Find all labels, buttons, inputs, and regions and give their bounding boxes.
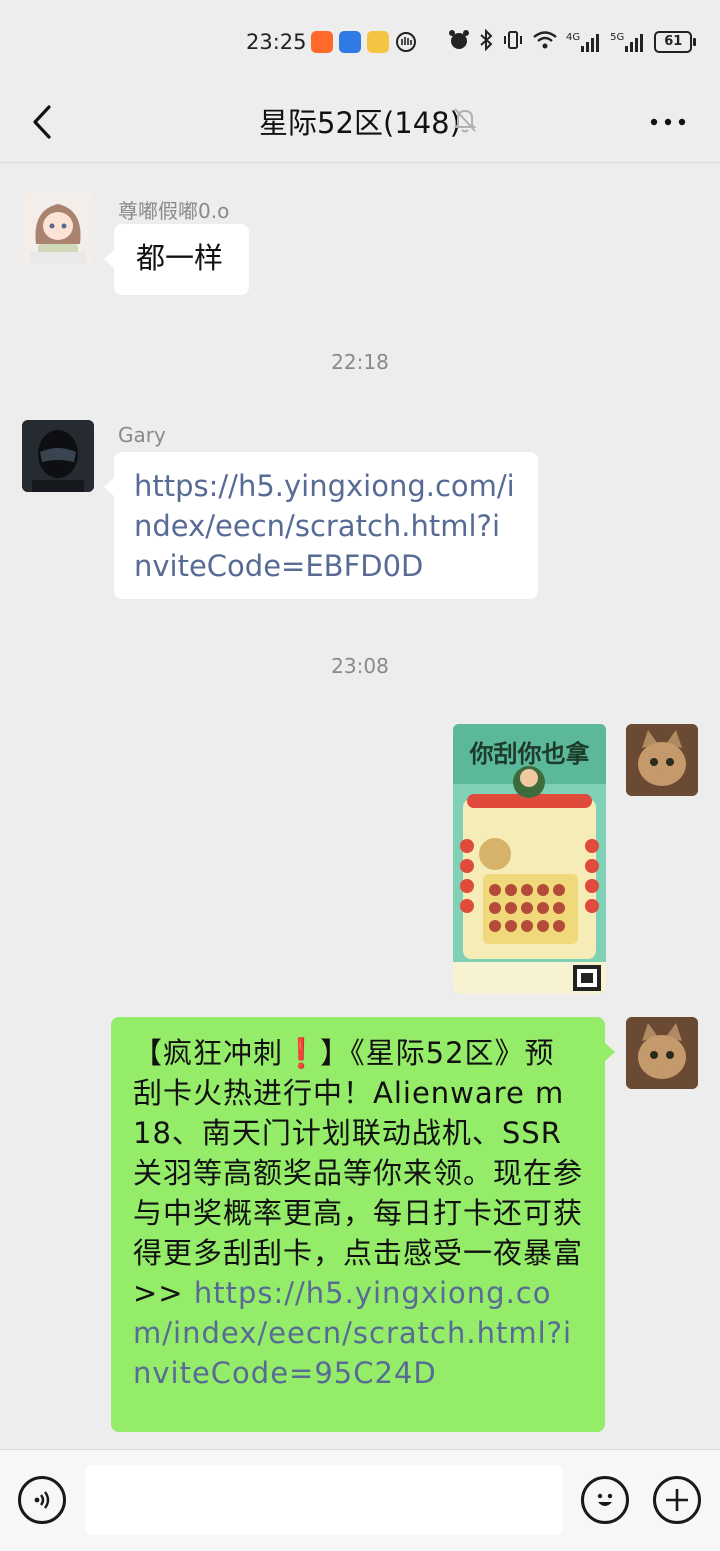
message-text: 都一样: [136, 241, 224, 275]
wifi-icon: [532, 29, 558, 55]
bell-off-icon: [452, 106, 478, 138]
status-bar: 23:25 4G 5G 61: [0, 0, 720, 86]
sender-name: 尊嘟假嘟0.o: [118, 199, 230, 223]
emoji-button[interactable]: [581, 1476, 629, 1524]
traffic-app-icon: [339, 31, 361, 53]
message-bubble[interactable]: 【疯狂冲刺❗】《星际52区》预刮卡火热进行中！Alienware m18、南天门…: [111, 1017, 615, 1432]
message-text: 【疯狂冲刺: [133, 1036, 284, 1070]
avatar-self[interactable]: [626, 724, 698, 796]
system-status: 4G 5G 61: [448, 28, 697, 55]
battery-icon: 61: [654, 31, 697, 53]
cat-avatar-icon: [626, 724, 698, 796]
input-bar: [0, 1449, 720, 1551]
avatar-user-2[interactable]: [22, 420, 94, 492]
status-time: 23:25: [246, 30, 307, 54]
signal-icon-2: 5G: [610, 32, 646, 52]
helmet-avatar-icon: [22, 420, 94, 492]
message-link[interactable]: https://h5.yingxiong.com/index/eecn/scra…: [134, 469, 515, 583]
timestamp-separator: 22:18: [331, 350, 389, 374]
gesture-icon: [395, 31, 417, 57]
alarm-icon: [448, 29, 470, 55]
message-bubble[interactable]: 都一样: [104, 224, 249, 295]
notification-icons: [311, 31, 417, 57]
voice-button[interactable]: [18, 1476, 66, 1524]
signal-icon-1: 4G: [566, 32, 602, 52]
timestamp-separator: 23:08: [331, 654, 389, 678]
message-link[interactable]: https://h5.yingxiong.com/index/eecn/scra…: [133, 1276, 572, 1390]
add-button[interactable]: [653, 1476, 701, 1524]
vibrate-icon: [502, 29, 524, 55]
emoji-icon: [597, 1493, 613, 1506]
message-bubble[interactable]: https://h5.yingxiong.com/index/eecn/scra…: [104, 452, 538, 599]
battery-level: 61: [654, 31, 693, 53]
more-dots-icon: [650, 118, 686, 126]
taobao-app-icon: [311, 31, 333, 53]
sender-name: Gary: [118, 423, 166, 447]
rabbit-app-icon: [367, 31, 389, 53]
bluetooth-icon: [478, 28, 494, 55]
voice-icon: [34, 1491, 50, 1509]
plus-icon: [666, 1489, 688, 1511]
message-image[interactable]: 你刮你也拿: [453, 724, 606, 994]
chat-title: 星际52区(148): [259, 106, 461, 140]
exclamation-emoji-icon: ❗: [283, 1036, 321, 1070]
anime-girl-avatar-icon: [22, 192, 94, 264]
more-button[interactable]: [646, 102, 690, 142]
cat-avatar-icon: [626, 1017, 698, 1089]
message-text: 】《星际52区》预刮卡火热进行中！Alienware m18、南天门计划联动战机…: [133, 1036, 584, 1310]
message-input[interactable]: [86, 1465, 562, 1535]
chat-header: 星际52区(148): [0, 86, 720, 163]
poster-title: 你刮你也拿: [469, 739, 590, 768]
avatar-user-1[interactable]: [22, 192, 94, 264]
avatar-self[interactable]: [626, 1017, 698, 1089]
